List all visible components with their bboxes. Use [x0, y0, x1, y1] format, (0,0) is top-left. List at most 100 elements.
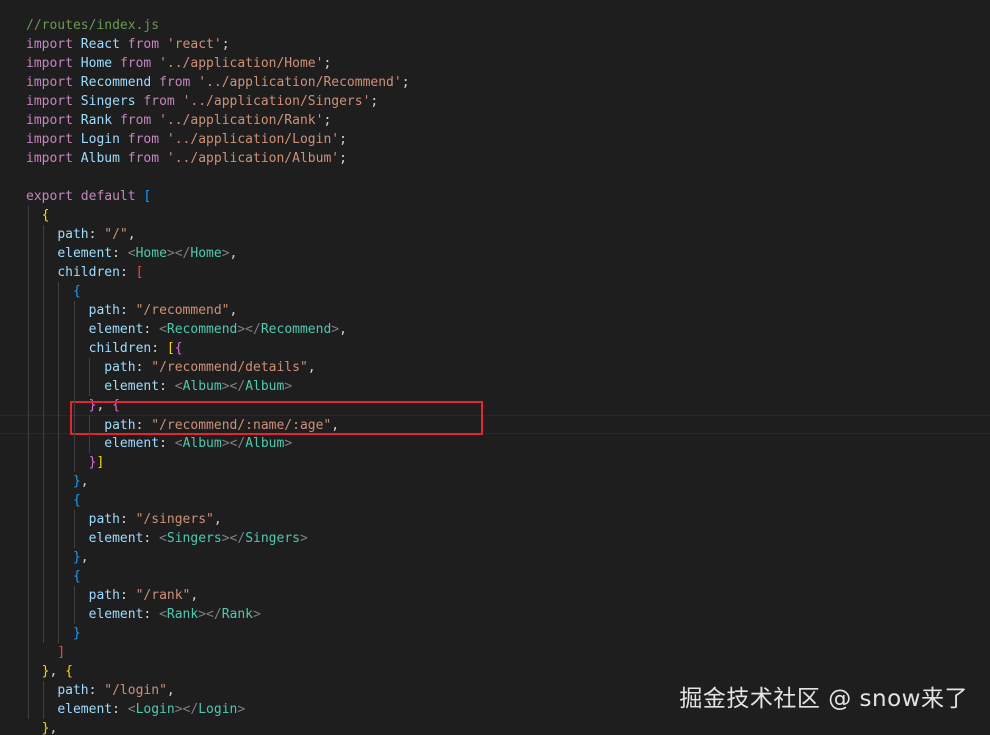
code-token: :: [143, 322, 160, 337]
code-line[interactable]: element: <Singers></Singers>: [0, 529, 990, 548]
code-token: from: [119, 56, 152, 71]
code-editor[interactable]: //routes/index.js import React from 'reac…: [0, 0, 990, 735]
code-line[interactable]: path: "/",: [0, 225, 990, 244]
code-line[interactable]: [0, 168, 990, 187]
code-token: 'react': [166, 37, 222, 52]
code-token: //routes/index.js: [26, 18, 160, 33]
code-line[interactable]: }: [0, 624, 990, 643]
code-token: :: [151, 341, 167, 356]
code-token: {: [72, 569, 81, 584]
code-line[interactable]: element: <Album></Album>: [0, 377, 990, 396]
code-token: >: [253, 607, 261, 622]
code-token: from: [127, 132, 160, 147]
code-line[interactable]: element: <Home></Home>,: [0, 244, 990, 263]
code-token: ,: [80, 550, 89, 565]
code-line[interactable]: import Singers from '../application/Sing…: [0, 92, 990, 111]
code-line[interactable]: }]: [0, 453, 990, 472]
code-token: element: [88, 531, 144, 546]
code-line[interactable]: import React from 'react';: [0, 35, 990, 54]
code-line[interactable]: children: [{: [0, 339, 990, 358]
code-line[interactable]: path: "/rank",: [0, 586, 990, 605]
indent-guide: [43, 681, 44, 719]
code-token: :: [119, 265, 136, 280]
code-line[interactable]: },: [0, 719, 990, 735]
code-token: {: [41, 208, 50, 223]
highlight-annotation-box: [70, 401, 483, 435]
code-token: element: [104, 379, 160, 394]
code-line[interactable]: import Rank from '../application/Rank';: [0, 111, 990, 130]
code-token: Rank: [166, 607, 199, 622]
code-token: ></: [221, 531, 246, 546]
code-area[interactable]: //routes/index.js import React from 'reac…: [0, 16, 990, 735]
code-line[interactable]: ]: [0, 643, 990, 662]
code-token: Login: [80, 132, 120, 147]
code-token: Login: [135, 702, 175, 717]
code-token: path: [88, 303, 120, 318]
code-token: Album: [80, 151, 120, 166]
code-line[interactable]: element: <Rank></Rank>: [0, 605, 990, 624]
code-line[interactable]: path: "/recommend/details",: [0, 358, 990, 377]
code-token: import: [26, 37, 73, 52]
code-token: import: [26, 113, 73, 128]
code-token: ,: [49, 721, 58, 735]
code-token: ></: [198, 607, 222, 622]
code-line[interactable]: element: <Album></Album>: [0, 434, 990, 453]
code-line[interactable]: children: [: [0, 263, 990, 282]
code-token: "/recommend": [135, 303, 230, 318]
code-line[interactable]: {: [0, 567, 990, 586]
code-line[interactable]: //routes/index.js: [0, 16, 990, 35]
code-line[interactable]: path: "/recommend",: [0, 301, 990, 320]
code-line[interactable]: },: [0, 548, 990, 567]
code-token: ,: [80, 474, 89, 489]
code-token: from: [143, 94, 175, 109]
code-token: from: [119, 113, 152, 128]
code-line[interactable]: export default [: [0, 187, 990, 206]
code-token: Album: [245, 436, 285, 451]
indent-guide: [89, 415, 90, 453]
code-line[interactable]: {: [0, 491, 990, 510]
code-token: :: [135, 360, 152, 375]
code-token: "/singers": [135, 512, 214, 527]
code-token: :: [143, 607, 160, 622]
code-line[interactable]: {: [0, 206, 990, 225]
code-line[interactable]: import Recommend from '../application/Re…: [0, 73, 990, 92]
code-token: from: [127, 151, 160, 166]
code-token: <: [127, 246, 136, 261]
code-line[interactable]: path: "/singers",: [0, 510, 990, 529]
code-token: >: [221, 246, 230, 261]
code-token: Home: [190, 246, 222, 261]
code-token: default: [80, 189, 136, 204]
code-line[interactable]: },: [0, 472, 990, 491]
code-token: children: [57, 265, 120, 280]
code-line[interactable]: import Album from '../application/Album'…: [0, 149, 990, 168]
code-token: ;: [370, 94, 379, 109]
code-line[interactable]: element: <Recommend></Recommend>,: [0, 320, 990, 339]
code-token: '../application/Rank': [159, 113, 324, 128]
code-token: ,: [213, 512, 222, 527]
code-token: element: [88, 607, 144, 622]
code-token: ;: [221, 37, 230, 52]
code-line[interactable]: import Login from '../application/Login'…: [0, 130, 990, 149]
code-line[interactable]: {: [0, 282, 990, 301]
code-token: Login: [198, 702, 238, 717]
code-token: children: [88, 341, 152, 356]
code-line[interactable]: import Home from '../application/Home';: [0, 54, 990, 73]
code-token: ></: [221, 436, 246, 451]
code-token: <: [127, 702, 136, 717]
code-token: :: [119, 303, 136, 318]
code-token: [: [135, 265, 144, 280]
watermark: 掘金技术社区 @ snow来了: [679, 686, 968, 712]
code-token: :: [88, 683, 105, 698]
